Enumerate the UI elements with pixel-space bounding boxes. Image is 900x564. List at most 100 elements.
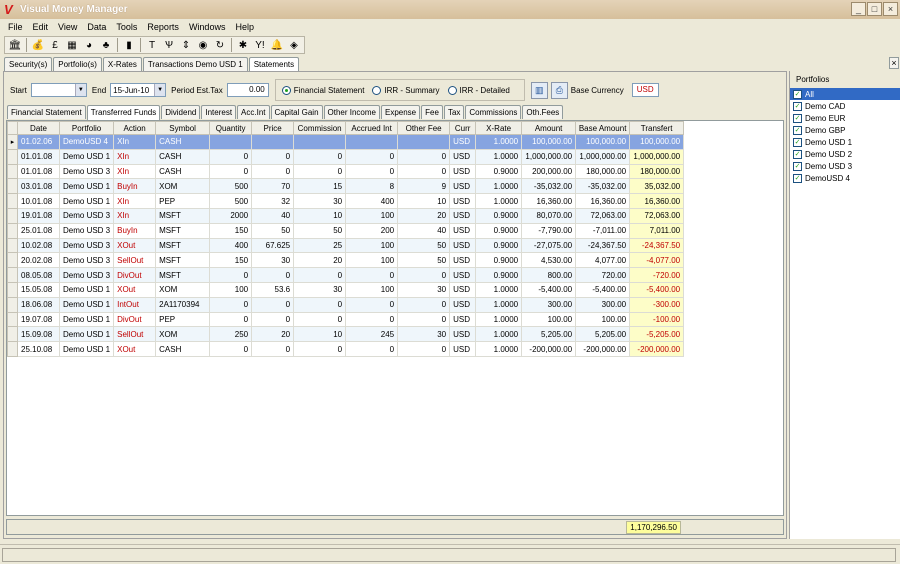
table-row[interactable]: 01.01.08 Demo USD 1 XIn CASH 0 0 0 0 0 USD 1.0000 1… xyxy=(7,148,685,165)
radio-button-icon[interactable] xyxy=(281,85,291,95)
table-row[interactable]: 15.09.08 Demo USD 1 SellOut XOM 250 20 10 245 30… xyxy=(7,326,685,343)
table-row[interactable]: 20.02.08 Demo USD 3 SellOut MSFT 150 30 20 100 5… xyxy=(7,252,685,269)
print-icon[interactable]: ⎙ xyxy=(550,81,568,99)
tab-fee[interactable]: Fee xyxy=(421,105,443,119)
tab-dividend[interactable]: Dividend xyxy=(161,105,201,119)
checkbox-checked-icon[interactable]: ✓ xyxy=(793,113,802,123)
tab-security-s[interactable]: Security(s) xyxy=(4,57,53,71)
table-row[interactable]: 19.01.08 Demo USD 3 XIn MSFT 2000 40 10 100 20 US… xyxy=(7,207,685,224)
chart-icon[interactable]: ▥ xyxy=(530,81,548,99)
portfolio-item-demo-usd-2[interactable]: ✓ Demo USD 2 xyxy=(790,148,900,160)
period-tax-input[interactable]: 0.00 xyxy=(226,83,269,97)
chevron-down-icon[interactable]: ▼ xyxy=(154,84,166,96)
shapes-icon[interactable]: ♣ xyxy=(98,38,114,53)
column-header-date[interactable]: Date xyxy=(17,121,60,135)
portfolio-item-demo-eur[interactable]: ✓ Demo EUR xyxy=(790,112,900,124)
portfolio-item-all[interactable]: ✓ All xyxy=(790,88,900,100)
tab-tax[interactable]: Tax xyxy=(443,105,465,119)
tab-transactions-demo-usd-1[interactable]: Transactions Demo USD 1 xyxy=(142,57,248,71)
tab-interest[interactable]: Interest xyxy=(201,105,237,119)
sort-icon[interactable]: ⇕ xyxy=(178,38,194,53)
checkbox-checked-icon[interactable]: ✓ xyxy=(793,125,802,135)
checkbox-checked-icon[interactable]: ✓ xyxy=(793,89,802,99)
column-header-accrued-int[interactable]: Accrued Int xyxy=(345,121,399,135)
menu-help[interactable]: Help xyxy=(235,22,254,32)
table-row[interactable]: 10.02.08 Demo USD 3 XOut MSFT 400 67.625 25 100… xyxy=(7,237,685,254)
column-header-action[interactable]: Action xyxy=(113,121,157,135)
portfolio-item-demousd-4[interactable]: ✓ DemoUSD 4 xyxy=(790,172,900,184)
column-header-amount[interactable]: Amount xyxy=(521,121,577,135)
bank-icon[interactable]: 🏛 xyxy=(7,38,23,53)
menu-windows[interactable]: Windows xyxy=(189,22,226,32)
table-row[interactable]: 03.01.08 Demo USD 1 BuyIn XOM 500 70 15 8 9 USD 1.… xyxy=(7,178,685,195)
column-header-transfert[interactable]: Transfert xyxy=(629,121,685,135)
menu-tools[interactable]: Tools xyxy=(116,22,137,32)
portfolio-item-demo-usd-1[interactable]: ✓ Demo USD 1 xyxy=(790,136,900,148)
column-header-commission[interactable]: Commission xyxy=(293,121,347,135)
yahoo-icon[interactable]: Y! xyxy=(252,38,268,53)
close-document-button[interactable]: × xyxy=(889,57,899,69)
base-currency-input[interactable]: USD xyxy=(631,83,659,97)
column-header-curr[interactable]: Curr xyxy=(449,121,477,135)
table-row[interactable]: 19.07.08 Demo USD 1 DivOut PEP 0 0 0 0 0 USD 1.000… xyxy=(7,311,685,328)
checkbox-checked-icon[interactable]: ✓ xyxy=(793,101,802,111)
menu-reports[interactable]: Reports xyxy=(147,22,179,32)
tab-commissions[interactable]: Commissions xyxy=(465,105,522,119)
table-row[interactable]: 25.01.08 Demo USD 3 BuyIn MSFT 150 50 50 200 40 U… xyxy=(7,222,685,239)
table-row[interactable]: 10.01.08 Demo USD 1 XIn PEP 500 32 30 400 10 USD 1… xyxy=(7,193,685,209)
minimize-button[interactable]: _ xyxy=(851,2,866,16)
radio-irr-detailed[interactable]: IRR - Detailed xyxy=(447,85,510,95)
table-row[interactable]: 08.05.08 Demo USD 3 DivOut MSFT 0 0 0 0 0 USD 0.90… xyxy=(7,267,685,283)
currency-exchange-icon[interactable]: £ xyxy=(47,38,63,53)
tab-x-rates[interactable]: X-Rates xyxy=(102,57,142,71)
checkbox-checked-icon[interactable]: ✓ xyxy=(793,173,802,183)
text-icon[interactable]: T xyxy=(144,38,160,53)
radio-button-icon[interactable] xyxy=(372,85,382,95)
tab-other-income[interactable]: Other Income xyxy=(323,105,380,119)
menu-file[interactable]: File xyxy=(8,22,23,32)
table-row[interactable]: 25.10.08 Demo USD 1 XOut CASH 0 0 0 0 0 USD 1.0000… xyxy=(7,341,685,357)
tab-capital-gain[interactable]: Capital Gain xyxy=(270,105,323,119)
column-header-quantity[interactable]: Quantity xyxy=(209,121,253,135)
money-bag-icon[interactable]: 💰 xyxy=(30,38,46,53)
radio-irr-summary[interactable]: IRR - Summary xyxy=(372,85,440,95)
column-header-symbol[interactable]: Symbol xyxy=(155,121,211,135)
menu-edit[interactable]: Edit xyxy=(33,22,49,32)
radio-financial-statement[interactable]: Financial Statement xyxy=(281,85,364,95)
portfolio-item-demo-gbp[interactable]: ✓ Demo GBP xyxy=(790,124,900,136)
tab-expense[interactable]: Expense xyxy=(381,105,421,119)
column-header-base-amount[interactable]: Base Amount xyxy=(575,121,631,135)
menu-view[interactable]: View xyxy=(58,22,77,32)
tag-icon[interactable]: ◈ xyxy=(286,38,302,53)
column-header-x-rate[interactable]: X-Rate xyxy=(475,121,523,135)
bar-chart-icon[interactable]: ▮ xyxy=(121,38,137,53)
table-row[interactable]: 01.01.08 Demo USD 3 XIn CASH 0 0 0 0 0 USD 0.9000 2… xyxy=(7,163,685,180)
split-icon[interactable]: Ѱ xyxy=(161,38,177,53)
bug-icon[interactable]: ✱ xyxy=(235,38,251,53)
end-date-picker[interactable]: 15-Jun-10 ▼ xyxy=(110,83,167,97)
start-date-picker[interactable]: ▼ xyxy=(30,83,87,97)
portfolio-item-demo-cad[interactable]: ✓ Demo CAD xyxy=(790,100,900,112)
bell-icon[interactable]: 🔔 xyxy=(269,38,285,53)
checkbox-checked-icon[interactable]: ✓ xyxy=(793,137,802,147)
table-row[interactable]: 18.06.08 Demo USD 1 IntOut 2A1170394 0 0 0 0 0 US… xyxy=(7,296,685,313)
maximize-button[interactable]: □ xyxy=(867,2,882,16)
pie-chart-icon[interactable]: ◕ xyxy=(81,38,97,53)
tab-portfolio-s[interactable]: Portfolio(s) xyxy=(53,57,102,71)
tab-statements[interactable]: Statements xyxy=(248,57,300,72)
tab-acc-int[interactable]: Acc.Int xyxy=(237,105,270,119)
column-header-other-fee[interactable]: Other Fee xyxy=(397,121,451,135)
menu-data[interactable]: Data xyxy=(87,22,106,32)
checkbox-checked-icon[interactable]: ✓ xyxy=(793,161,802,171)
column-header-price[interactable]: Price xyxy=(251,121,295,135)
globe-icon[interactable]: ◉ xyxy=(195,38,211,53)
close-button[interactable]: × xyxy=(883,2,898,16)
calculator-icon[interactable]: ▦ xyxy=(64,38,80,53)
portfolio-item-demo-usd-3[interactable]: ✓ Demo USD 3 xyxy=(790,160,900,172)
tab-financial-statement[interactable]: Financial Statement xyxy=(7,105,86,119)
table-row[interactable]: ▸ 01.02.06 DemoUSD 4 XIn CASH USD 1.0000 100,00… xyxy=(7,134,685,150)
tab-oth-fees[interactable]: Oth.Fees xyxy=(522,105,564,119)
radio-button-icon[interactable] xyxy=(447,85,457,95)
column-header-portfolio[interactable]: Portfolio xyxy=(58,121,115,135)
table-row[interactable]: 15.05.08 Demo USD 1 XOut XOM 100 53.6 30 100 30 U… xyxy=(7,281,685,298)
